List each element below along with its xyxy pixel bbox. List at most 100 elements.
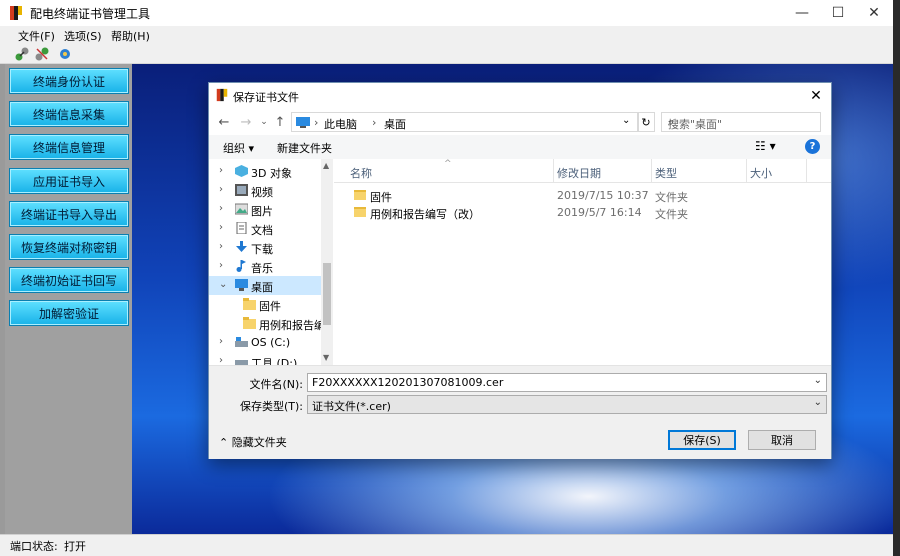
maximize-button[interactable]: ☐ <box>820 0 856 26</box>
save-file-dialog: 保存证书文件 ✕ ← → ⌄ ↑ › 此电脑 › 桌面 ⌄ ↻ 搜索"桌面" ⌕… <box>208 82 832 459</box>
column-date[interactable]: 修改日期 <box>557 165 601 181</box>
music-icon <box>236 260 246 272</box>
expand-chevron-icon[interactable]: › <box>219 165 223 176</box>
nav-app-cert-import-button[interactable]: 应用证书导入 <box>9 168 129 194</box>
column-header-row: 名称 ^ 修改日期 类型 大小 <box>334 159 831 183</box>
filename-dropdown-icon[interactable]: ⌄ <box>814 375 822 386</box>
address-dropdown-icon[interactable]: ⌄ <box>622 115 630 126</box>
search-icon: ⌕ <box>668 115 675 128</box>
menu-file[interactable]: 文件(F) <box>18 28 55 44</box>
video-icon <box>235 184 248 196</box>
minimize-button[interactable]: — <box>784 0 820 26</box>
cancel-button[interactable]: 取消 <box>748 430 816 450</box>
tree-scrollbar-thumb[interactable] <box>323 263 331 325</box>
connect-icon[interactable] <box>14 46 30 62</box>
filename-value: F20XXXXXX120201307081009.cer <box>312 376 504 389</box>
up-arrow-icon[interactable]: ↑ <box>271 113 289 131</box>
filetype-label: 保存类型(T): <box>239 400 303 413</box>
hide-folders-toggle[interactable]: ⌃ 隐藏文件夹 <box>219 434 287 450</box>
breadcrumb-desktop[interactable]: 桌面 <box>384 116 406 132</box>
tree-item-drive-d[interactable]: › 工具 (D:) <box>209 352 321 365</box>
address-bar[interactable]: › 此电脑 › 桌面 ⌄ <box>291 112 639 132</box>
expand-chevron-icon[interactable]: › <box>219 336 223 347</box>
help-icon[interactable]: ? <box>805 139 820 154</box>
dialog-title: 保存证书文件 <box>233 91 299 104</box>
tree-item-desktop[interactable]: ⌄ 桌面 <box>209 276 321 295</box>
scroll-down-icon[interactable]: ▼ <box>323 353 329 362</box>
title-bar: 配电终端证书管理工具 — ☐ ✕ <box>0 0 893 26</box>
nav-cert-import-export-button[interactable]: 终端证书导入导出 <box>9 201 129 227</box>
column-divider[interactable] <box>651 159 652 183</box>
file-row[interactable]: 用例和报告编写（改） 2019/5/7 16:14 文件夹 <box>334 203 831 221</box>
filetype-value: 证书文件(*.cer) <box>312 400 391 413</box>
folder-icon <box>243 317 256 329</box>
drive-icon <box>235 337 248 347</box>
expand-chevron-icon[interactable]: › <box>219 184 223 195</box>
file-date: 2019/5/7 16:14 <box>557 206 642 219</box>
breadcrumb-sep-icon: › <box>314 116 319 129</box>
nav-panel: 终端身份认证 终端信息采集 终端信息管理 应用证书导入 终端证书导入导出 恢复终… <box>5 64 132 534</box>
search-input[interactable]: 搜索"桌面" ⌕ <box>661 112 821 132</box>
settings-icon[interactable] <box>57 46 73 62</box>
column-divider[interactable] <box>746 159 747 183</box>
tree-scrollbar[interactable]: ▲ ▼ <box>321 159 333 365</box>
tree-item-documents[interactable]: › 文档 <box>209 219 321 238</box>
nav-terminal-auth-button[interactable]: 终端身份认证 <box>9 68 129 94</box>
nav-info-collect-button[interactable]: 终端信息采集 <box>9 101 129 127</box>
scroll-up-icon[interactable]: ▲ <box>323 161 329 170</box>
expand-chevron-icon[interactable]: › <box>219 260 223 271</box>
column-divider[interactable] <box>553 159 554 183</box>
filename-label: 文件名(N): <box>249 378 303 391</box>
expand-chevron-icon[interactable]: › <box>219 222 223 233</box>
save-button[interactable]: 保存(S) <box>668 430 736 450</box>
this-pc-icon <box>296 117 310 128</box>
nav-init-cert-writeback-button[interactable]: 终端初始证书回写 <box>9 267 129 293</box>
new-folder-button[interactable]: 新建文件夹 <box>277 140 332 156</box>
breadcrumb-this-pc[interactable]: 此电脑 <box>324 116 357 132</box>
status-bar: 端口状态: 打开 <box>0 534 893 556</box>
organize-button[interactable]: 组织 ▾ <box>223 140 254 156</box>
tree-item-3d-objects[interactable]: › 3D 对象 <box>209 162 321 181</box>
collapse-chevron-icon[interactable]: ⌄ <box>219 279 227 290</box>
view-options-icon[interactable]: ☷ ▾ <box>755 139 776 153</box>
nav-encrypt-verify-button[interactable]: 加解密验证 <box>9 300 129 326</box>
expand-chevron-icon[interactable]: › <box>219 241 223 252</box>
column-name[interactable]: 名称 <box>350 165 372 181</box>
back-arrow-icon[interactable]: ← <box>215 113 233 131</box>
file-type: 文件夹 <box>655 208 688 221</box>
toolbar <box>0 44 893 64</box>
close-button[interactable]: ✕ <box>856 0 892 26</box>
column-divider[interactable] <box>806 159 807 183</box>
column-type[interactable]: 类型 <box>655 165 677 181</box>
column-size[interactable]: 大小 <box>750 165 772 181</box>
drive-icon <box>235 360 248 365</box>
menu-help[interactable]: 帮助(H) <box>111 28 150 44</box>
menu-options[interactable]: 选项(S) <box>64 28 102 44</box>
status-label: 端口状态: <box>10 540 58 553</box>
tree-item-drive-c[interactable]: › OS (C:) <box>209 333 321 352</box>
forward-arrow-icon[interactable]: → <box>237 113 255 131</box>
command-bar: 组织 ▾ 新建文件夹 ☷ ▾ ? <box>209 135 831 159</box>
breadcrumb-sep-icon: › <box>372 116 377 129</box>
file-row[interactable]: 固件 2019/7/15 10:37 文件夹 <box>334 186 831 204</box>
expand-chevron-icon[interactable]: › <box>219 203 223 214</box>
filetype-select[interactable]: 证书文件(*.cer) ⌄ <box>307 395 827 414</box>
file-name: 用例和报告编写（改） <box>370 208 480 221</box>
disconnect-icon[interactable] <box>34 46 50 62</box>
address-row: ← → ⌄ ↑ › 此电脑 › 桌面 ⌄ ↻ 搜索"桌面" ⌕ <box>209 109 831 135</box>
tree-item-reports[interactable]: 用例和报告编写 <box>209 314 321 333</box>
dialog-close-button[interactable]: ✕ <box>805 85 827 107</box>
tree-item-music[interactable]: › 音乐 <box>209 257 321 276</box>
filename-input[interactable]: F20XXXXXX120201307081009.cer ⌄ <box>307 373 827 392</box>
refresh-icon[interactable]: ↻ <box>637 112 655 132</box>
pictures-icon <box>235 203 248 215</box>
filetype-dropdown-icon[interactable]: ⌄ <box>814 397 822 408</box>
tree-item-videos[interactable]: › 视频 <box>209 181 321 200</box>
expand-chevron-icon[interactable]: › <box>219 355 223 365</box>
folder-icon <box>354 190 366 200</box>
tree-item-firmware[interactable]: 固件 <box>209 295 321 314</box>
nav-restore-key-button[interactable]: 恢复终端对称密钥 <box>9 234 129 260</box>
tree-item-pictures[interactable]: › 图片 <box>209 200 321 219</box>
tree-item-downloads[interactable]: › 下载 <box>209 238 321 257</box>
nav-info-manage-button[interactable]: 终端信息管理 <box>9 134 129 160</box>
